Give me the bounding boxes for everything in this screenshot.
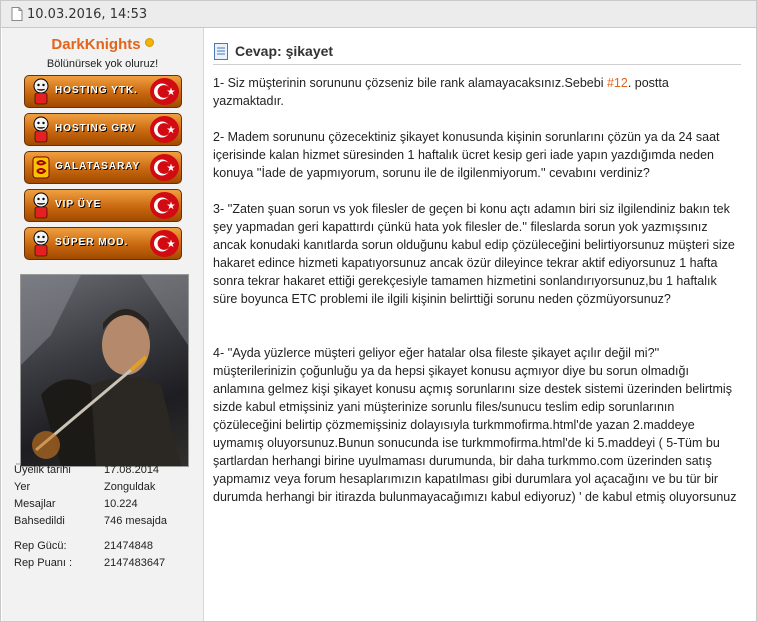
rank-label: VIP ÜYE: [55, 199, 102, 210]
mascot-icon: [28, 77, 54, 106]
mascot-icon: [28, 229, 54, 258]
rank-label: HOSTING GRV: [55, 123, 136, 134]
rank-badge: HOSTING GRV: [24, 113, 182, 146]
paragraph: 4- ''Ayda yüzlerce müşteri geliyor eğer …: [213, 346, 737, 504]
stat-row: Rep Gücü: 21474848: [14, 537, 194, 554]
turkish-flag-icon: [150, 230, 179, 257]
user-avatar[interactable]: [20, 274, 189, 467]
username-link[interactable]: DarkKnights: [51, 36, 140, 53]
rank-label: GALATASARAY: [55, 161, 141, 172]
user-stats: Üyelik tarihi 17.08.2014 Yer Zonguldak M…: [14, 461, 194, 571]
mascot-icon: [28, 115, 54, 144]
stat-value: 10.224: [104, 497, 138, 510]
galatasaray-logo-icon: [28, 153, 54, 182]
stat-label: Bahsedildi: [14, 514, 65, 527]
post-reference-link[interactable]: #12: [607, 76, 628, 90]
rank-badge: HOSTING YTK.: [24, 75, 182, 108]
stat-row: Bahsedildi 746 mesajda: [14, 512, 194, 529]
rank-label: HOSTING YTK.: [55, 85, 138, 96]
document-icon: [213, 42, 229, 60]
stat-row: Rep Puanı : 2147483647: [14, 554, 194, 571]
stat-value: 21474848: [104, 539, 153, 552]
rank-badges: HOSTING YTK. HOSTING GRV GALATASARAY VIP…: [2, 75, 203, 260]
rank-label: SÜPER MOD.: [55, 237, 129, 248]
stat-value[interactable]: 746 mesajda: [104, 515, 194, 527]
text-span: 1- Siz müşterinin sorununu çözseniz bile…: [213, 76, 607, 90]
stat-row: Üyelik tarihi 17.08.2014: [14, 461, 194, 478]
mascot-icon: [28, 191, 54, 220]
stat-label: Üyelik tarihi: [14, 463, 71, 476]
turkish-flag-icon: [150, 116, 179, 143]
post-title: Cevap: şikayet: [235, 43, 334, 59]
rank-badge: GALATASARAY: [24, 151, 182, 184]
stat-row: Mesajlar 10.224: [14, 495, 194, 512]
turkish-flag-icon: [150, 154, 179, 181]
user-title: Bölünürsek yok oluruz!: [46, 58, 159, 70]
paragraph: 3- ''Zaten şuan sorun vs yok filesler de…: [213, 202, 735, 306]
stat-label: Rep Puanı :: [14, 556, 73, 569]
stat-value: 2147483647: [104, 556, 166, 569]
stat-label: Yer: [14, 480, 31, 493]
forum-post: 10.03.2016, 14:53 DarkKnights Bölünürsek…: [0, 0, 757, 622]
stat-label: Mesajlar: [14, 497, 56, 510]
paragraph: 2- Madem sorununu çözecektiniz şikayet k…: [213, 130, 720, 180]
rank-badge: VIP ÜYE: [24, 189, 182, 222]
post-content: Cevap: şikayet 1- Siz müşterinin sorunun…: [213, 40, 741, 524]
post-body: 1- Siz müşterinin sorununu çözseniz bile…: [213, 74, 741, 506]
turkish-flag-icon: [150, 192, 179, 219]
post-title-row: Cevap: şikayet: [213, 40, 741, 65]
page-icon: [11, 7, 23, 21]
stat-value: 17.08.2014: [104, 463, 160, 476]
rank-badge: SÜPER MOD.: [24, 227, 182, 260]
stat-value: Zonguldak: [104, 480, 156, 493]
post-date: 10.03.2016, 14:53: [27, 6, 148, 22]
turkish-flag-icon: [150, 78, 179, 105]
user-info-panel: DarkKnights Bölünürsek yok oluruz! HOSTI…: [2, 28, 204, 621]
post-header: 10.03.2016, 14:53: [1, 1, 756, 28]
paragraph: 1- Siz müşterinin sorununu çözseniz bile…: [213, 74, 741, 110]
stat-label: Rep Gücü:: [14, 539, 67, 552]
stat-row: Yer Zonguldak: [14, 478, 194, 495]
online-status-icon: [144, 38, 154, 47]
